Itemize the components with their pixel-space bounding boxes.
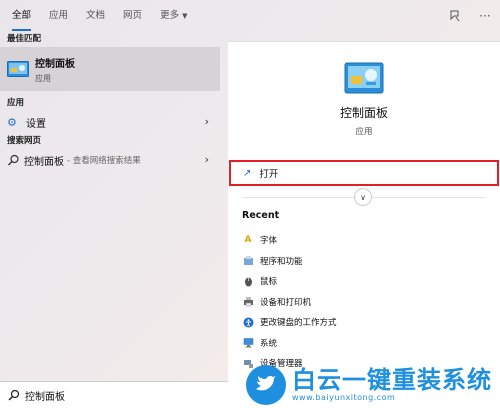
best-match-type: 应用	[35, 73, 51, 83]
font-icon: A	[244, 235, 252, 246]
apps-heading: 应用	[7, 98, 25, 108]
caret-down-icon: ▼	[182, 12, 188, 20]
recent-heading: Recent	[242, 210, 280, 221]
tab-web[interactable]: 网页	[117, 0, 148, 31]
expand-chevron-icon[interactable]: ∨	[354, 188, 372, 206]
search-icon	[8, 389, 20, 401]
results-list: 最佳匹配 控制面板 应用 应用 ⚙ 设置 › 搜索网页 控制面板 - 查看网络搜…	[0, 31, 220, 381]
settings-label: 设置	[26, 118, 46, 130]
best-match-heading: 最佳匹配	[7, 34, 42, 44]
control-panel-icon	[344, 62, 384, 94]
recent-item-label: 鼠标	[260, 277, 278, 288]
watermark: 白云一键重装系统 www.baiyunxitong.com	[242, 362, 500, 408]
preview-type: 应用	[355, 127, 373, 137]
preview-pane: 控制面板 应用 ↗ 打开 ∨ Recent A 字体 程序和功能 鼠标 设备和打…	[228, 41, 500, 408]
recent-item-label: 设备和打印机	[260, 297, 312, 308]
search-icon	[8, 154, 19, 166]
recent-item[interactable]: 系统	[242, 333, 337, 354]
printer-icon	[242, 296, 254, 308]
chevron-right-icon[interactable]: ›	[205, 115, 209, 128]
open-button[interactable]: ↗ 打开	[229, 160, 499, 186]
more-options-icon[interactable]: ···	[470, 0, 500, 31]
tab-all[interactable]: 全部	[6, 0, 37, 31]
preview-header: 控制面板 应用	[228, 62, 500, 137]
web-search-item[interactable]: 控制面板 - 查看网络搜索结果 ›	[0, 149, 220, 171]
recent-item[interactable]: A 字体	[242, 230, 337, 251]
search-tabs: 全部 应用 文档 网页 更多 ▼ ···	[0, 0, 500, 31]
recent-item[interactable]: 程序和功能	[242, 251, 337, 272]
recent-item[interactable]: 鼠标	[242, 271, 337, 292]
open-icon: ↗	[243, 167, 252, 179]
control-panel-icon	[7, 61, 29, 77]
mouse-icon	[242, 275, 254, 287]
web-search-sub: - 查看网络搜索结果	[67, 156, 141, 166]
settings-item[interactable]: ⚙ 设置 ›	[0, 111, 220, 133]
preview-title: 控制面板	[339, 106, 388, 120]
best-match-title: 控制面板	[35, 58, 75, 70]
recent-item-label: 系统	[260, 338, 278, 349]
recent-item-label: 程序和功能	[260, 256, 303, 267]
recent-item-label: 字体	[260, 236, 278, 247]
gear-icon: ⚙	[7, 115, 17, 129]
watermark-title: 白云一键重装系统	[292, 366, 492, 394]
search-box[interactable]: 控制面板	[0, 381, 228, 408]
recent-item[interactable]: 更改键盘的工作方式	[242, 312, 337, 333]
web-search-heading: 搜索网页	[7, 136, 42, 146]
programs-icon	[242, 255, 254, 267]
best-match-item[interactable]: 控制面板 应用	[0, 47, 220, 91]
tab-more[interactable]: 更多 ▼	[154, 0, 193, 31]
watermark-text: 白云一键重装系统 www.baiyunxitong.com	[292, 368, 492, 402]
system-icon	[242, 337, 254, 349]
tab-documents[interactable]: 文档	[80, 0, 111, 31]
tab-apps[interactable]: 应用	[43, 0, 74, 31]
recent-list: A 字体 程序和功能 鼠标 设备和打印机 更改键盘的工作方式 系统 设备管理器	[242, 230, 337, 374]
watermark-url: www.baiyunxitong.com	[292, 393, 396, 402]
open-label: 打开	[259, 169, 279, 180]
top-actions: ···	[440, 0, 500, 31]
recent-item[interactable]: 设备和打印机	[242, 292, 337, 313]
accessibility-icon	[242, 316, 254, 328]
recent-item-label: 更改键盘的工作方式	[260, 318, 337, 329]
chevron-right-icon[interactable]: ›	[205, 153, 209, 166]
search-input[interactable]: 控制面板	[25, 388, 65, 403]
feedback-icon[interactable]	[440, 0, 470, 31]
bird-logo-icon	[246, 365, 286, 405]
web-search-label: 控制面板	[24, 156, 64, 168]
tab-more-label: 更多	[160, 10, 180, 21]
